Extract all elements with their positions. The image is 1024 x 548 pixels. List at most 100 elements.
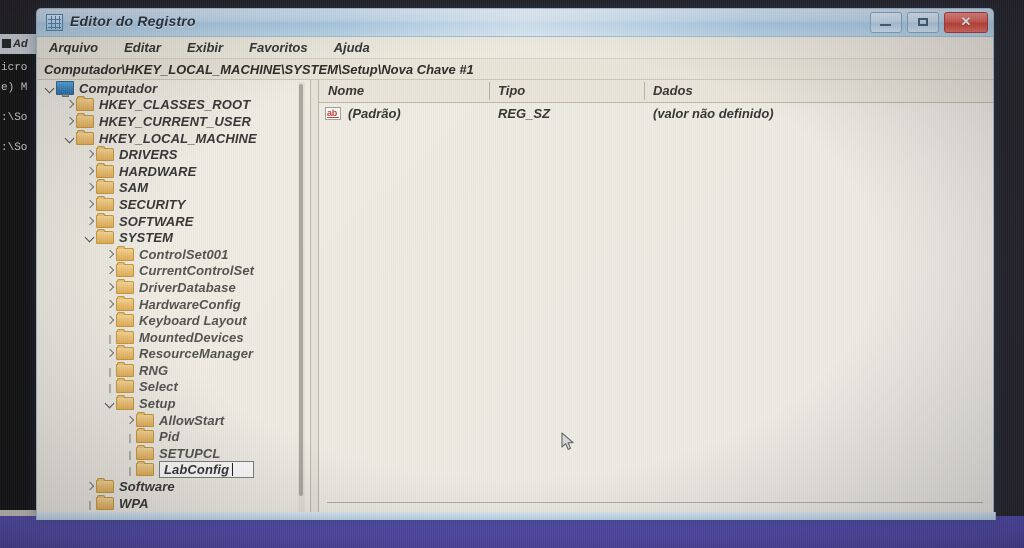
folder-icon [116, 262, 134, 278]
command-prompt-titlebar[interactable]: Ad [0, 34, 36, 54]
chevron-right-icon[interactable] [63, 98, 76, 111]
tree-item-currentcontrolset[interactable]: CurrentControlSet [37, 262, 310, 280]
tree-item-resourcemanager[interactable]: ResourceManager [37, 345, 310, 363]
values-list-header: Nome Tipo Dados [319, 80, 993, 103]
chevron-right-icon[interactable] [103, 314, 116, 327]
tree-item-allowstart[interactable]: AllowStart [37, 411, 310, 429]
chevron-right-icon[interactable] [103, 248, 116, 261]
tree-item-label: AllowStart [159, 412, 225, 428]
chevron-right-icon[interactable] [103, 298, 116, 311]
tree-item-drivers[interactable]: DRIVERS [37, 146, 310, 163]
chevron-right-icon[interactable] [103, 281, 116, 294]
tree-item-label: SAM [119, 180, 149, 196]
tree-item-label: Pid [159, 429, 180, 445]
pane-splitter[interactable] [311, 80, 319, 519]
tree-scrollbar-thumb[interactable] [299, 84, 303, 496]
tree-line-icon [103, 380, 116, 394]
menu-item-favoritos[interactable]: Favoritos [249, 40, 308, 55]
tree-item-hkey-classes-root[interactable]: HKEY_CLASSES_ROOT [37, 96, 310, 114]
chevron-right-icon[interactable] [123, 414, 136, 427]
tree-item-label: HKEY_CLASSES_ROOT [99, 97, 251, 113]
tree-item-wpa[interactable]: WPA [37, 494, 310, 512]
tree-item-driverdatabase[interactable]: DriverDatabase [37, 278, 310, 296]
column-header-dados[interactable]: Dados [644, 80, 944, 102]
folder-icon [136, 411, 154, 427]
folder-icon [116, 295, 134, 311]
tree-item-label: WPA [119, 495, 149, 511]
chevron-down-icon[interactable] [83, 231, 96, 244]
tree-item-sam[interactable]: SAM [37, 179, 310, 197]
tree-item-select[interactable]: Select [37, 378, 310, 396]
tree-item-hkey-local-machine[interactable]: HKEY_LOCAL_MACHINE [37, 129, 310, 147]
table-row[interactable]: ab (Padrão) REG_SZ (valor não definido) [319, 103, 993, 124]
tree-item-security[interactable]: SECURITY [37, 195, 310, 213]
column-header-nome[interactable]: Nome [319, 80, 489, 102]
chevron-down-icon[interactable] [63, 132, 76, 145]
minimize-button[interactable] [870, 12, 902, 33]
folder-icon [96, 478, 114, 494]
tree-item-computador[interactable]: Computador [37, 80, 310, 98]
command-prompt-window[interactable] [0, 34, 37, 512]
cell-dados: (valor não definido) [653, 106, 774, 121]
tree-item-setup[interactable]: Setup [37, 395, 310, 412]
chevron-right-icon[interactable] [83, 165, 96, 178]
chevron-down-icon[interactable] [103, 397, 116, 410]
menu-item-arquivo[interactable]: Arquivo [49, 40, 98, 55]
menu-item-ajuda[interactable]: Ajuda [334, 40, 370, 55]
tree-item-pid[interactable]: Pid [37, 428, 310, 445]
address-bar[interactable]: Computador\HKEY_LOCAL_MACHINE\SYSTEM\Set… [37, 59, 993, 80]
close-button[interactable]: ✕ [944, 12, 988, 33]
tree-item-hardwareconfig[interactable]: HardwareConfig [37, 295, 310, 313]
command-prompt-title-text: Ad [13, 38, 28, 50]
folder-icon [136, 461, 154, 477]
tree-item-label: DRIVERS [119, 147, 178, 163]
key-rename-input[interactable]: LabConfig [159, 461, 255, 479]
tree-item-labconfig[interactable]: LabConfig [37, 461, 310, 479]
computer-icon [56, 81, 74, 98]
tree-item-software[interactable]: SOFTWARE [37, 212, 310, 230]
column-header-tipo[interactable]: Tipo [489, 80, 644, 102]
window-title: Editor do Registro [70, 13, 196, 29]
chevron-right-icon[interactable] [103, 347, 116, 360]
folder-icon [96, 146, 114, 162]
tree-item-keyboard-layout[interactable]: Keyboard Layout [37, 312, 310, 329]
folder-icon [96, 212, 114, 228]
tree-scrollbar[interactable] [298, 82, 305, 512]
tree-item-label: DriverDatabase [139, 279, 236, 295]
chevron-right-icon[interactable] [83, 148, 96, 161]
tree-item-mounteddevices[interactable]: MountedDevices [37, 328, 310, 346]
chevron-right-icon[interactable] [83, 181, 96, 194]
taskbar-edge [0, 510, 36, 516]
menu-item-editar[interactable]: Editar [124, 40, 161, 55]
tree-item-rng[interactable]: RNG [37, 361, 310, 379]
minimize-icon [880, 24, 891, 26]
tree-item-hardware[interactable]: HARDWARE [37, 162, 310, 180]
folder-icon [96, 229, 114, 245]
desktop-wallpaper-strip [0, 516, 1024, 548]
chevron-right-icon[interactable] [63, 115, 76, 128]
chevron-right-icon[interactable] [83, 480, 96, 493]
chevron-right-icon[interactable] [83, 198, 96, 211]
key-rename-input-value: LabConfig [164, 462, 230, 478]
tree-item-label: HARDWARE [119, 163, 197, 179]
window-titlebar[interactable]: Editor do Registro ✕ [37, 9, 993, 37]
registry-editor-window: Editor do Registro ✕ Arquivo Editar Exib… [36, 8, 994, 520]
tree-item-setupcl[interactable]: SETUPCL [37, 444, 310, 462]
tree-item-hkey-current-user[interactable]: HKEY_CURRENT_USER [37, 112, 310, 130]
maximize-button[interactable] [907, 12, 939, 33]
tree-item-software[interactable]: Software [37, 478, 310, 495]
console-line: :\So [1, 112, 28, 124]
chevron-right-icon[interactable] [103, 264, 116, 277]
content-area: Computador HKEY_CLASSES_ROOT HKEY_CURRENT_… [37, 80, 993, 519]
chevron-down-icon[interactable] [43, 82, 56, 95]
chevron-right-icon[interactable] [83, 215, 96, 228]
close-icon: ✕ [960, 14, 972, 29]
screenshot-root: Ad icro e) M :\So :\So Editor do Registr… [0, 0, 1024, 548]
tree-item-system[interactable]: SYSTEM [37, 229, 310, 246]
menu-item-exibir[interactable]: Exibir [187, 40, 223, 55]
tree-item-controlset001[interactable]: ControlSet001 [37, 245, 310, 263]
folder-icon [116, 345, 134, 361]
registry-editor-icon [46, 14, 63, 31]
values-list-pane: Nome Tipo Dados ab (Padrão) REG_SZ (valo… [319, 80, 993, 519]
registry-tree: Computador HKEY_CLASSES_ROOT HKEY_CURRENT_… [37, 80, 310, 511]
